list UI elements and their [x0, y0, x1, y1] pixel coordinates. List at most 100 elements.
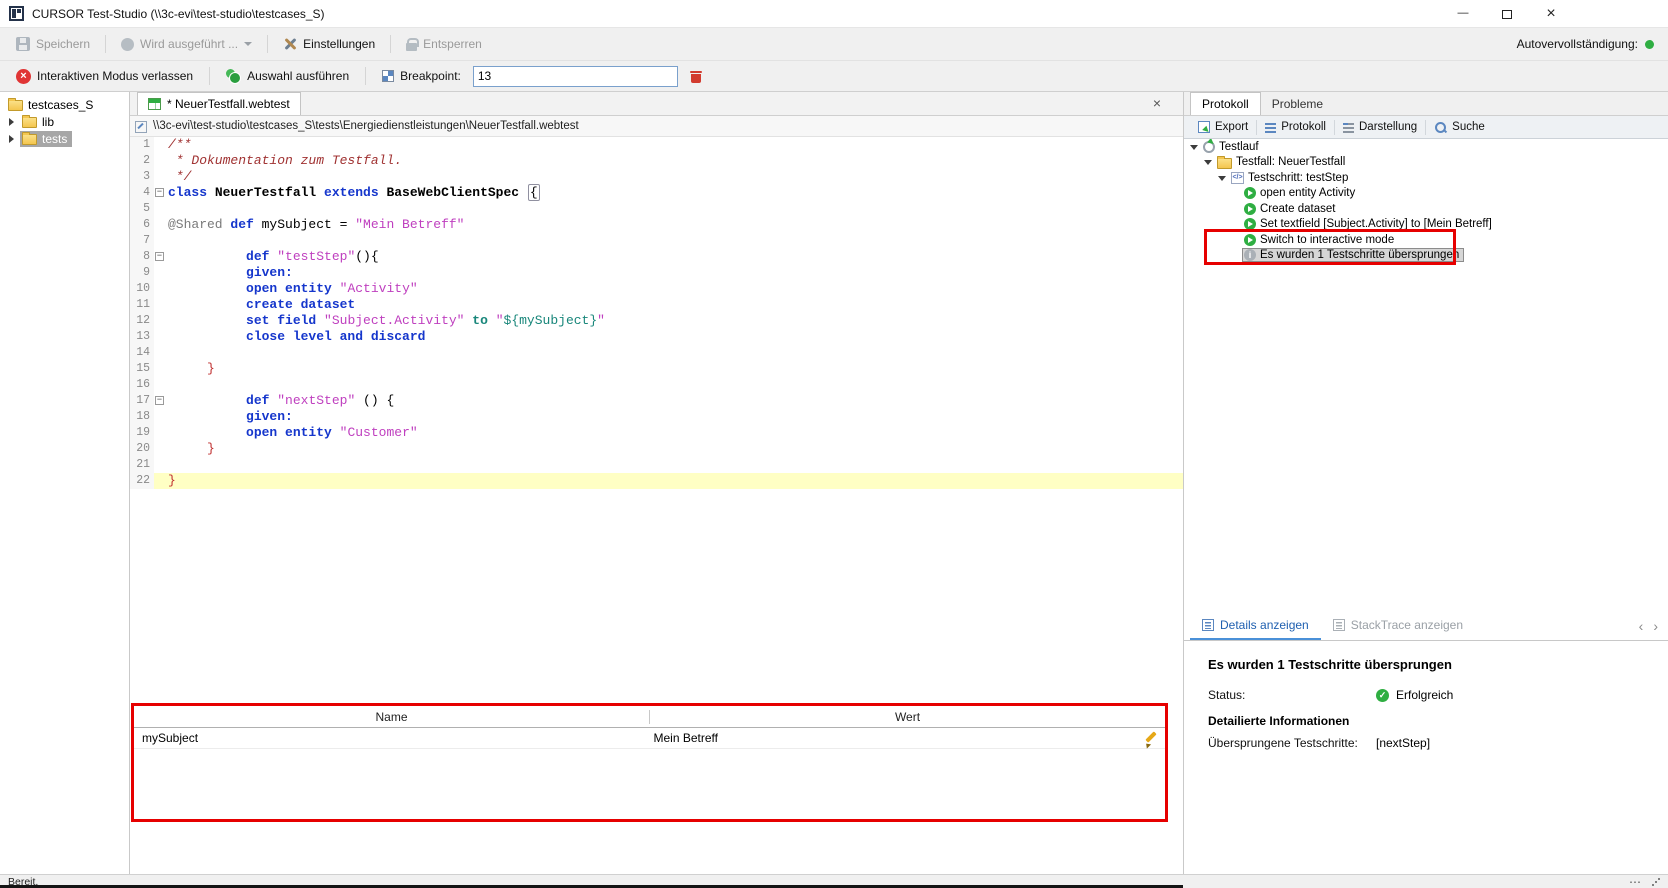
- delete-breakpoint-button[interactable]: [684, 66, 708, 87]
- expanded-arrow-icon[interactable]: [1190, 145, 1198, 154]
- code-line[interactable]: 16: [130, 377, 1183, 393]
- leave-interactive-mode-button[interactable]: Interaktiven Modus verlassen: [10, 66, 199, 87]
- run-selection-button[interactable]: Auswahl ausführen: [220, 66, 355, 87]
- fold-column: [154, 457, 168, 473]
- separator: [365, 67, 366, 85]
- code-line[interactable]: 8− def "testStep"(){: [130, 249, 1183, 265]
- tree-item-content: Es wurden 1 Testschritte übersprungen: [1242, 248, 1464, 262]
- code-line[interactable]: 15 }: [130, 361, 1183, 377]
- code-line[interactable]: 12 set field "Subject.Activity" to "${my…: [130, 313, 1183, 329]
- code-line[interactable]: 7: [130, 233, 1183, 249]
- protokoll-button[interactable]: Protokoll: [1257, 121, 1334, 133]
- line-number: 11: [130, 297, 154, 313]
- tree-item[interactable]: Switch to interactive mode: [1184, 232, 1668, 248]
- save-button[interactable]: Speichern: [10, 34, 96, 54]
- darstellung-button[interactable]: Darstellung: [1335, 121, 1425, 133]
- code-line[interactable]: 20 }: [130, 441, 1183, 457]
- code-line[interactable]: 9 given:: [130, 265, 1183, 281]
- minimize-button[interactable]: —: [1441, 0, 1485, 28]
- success-check-icon: [1376, 689, 1389, 702]
- skipped-value: [nextStep]: [1376, 736, 1430, 750]
- code-token: create dataset: [246, 297, 355, 312]
- code-line[interactable]: 17− def "nextStep" () {: [130, 393, 1183, 409]
- suche-button[interactable]: Suche: [1426, 121, 1493, 134]
- tree-item[interactable]: open entity Activity: [1184, 186, 1668, 202]
- step-success-icon: [1244, 234, 1256, 246]
- code-line[interactable]: 19 open entity "Customer": [130, 425, 1183, 441]
- tree-item[interactable]: Set textfield [Subject.Activity] to [Mei…: [1184, 217, 1668, 233]
- code-line[interactable]: 5: [130, 201, 1183, 217]
- expand-editor-icon[interactable]: [135, 121, 146, 132]
- expanded-arrow-icon[interactable]: [1204, 160, 1212, 169]
- file-tree-item[interactable]: lib: [0, 113, 129, 130]
- collapsed-arrow-icon[interactable]: [9, 118, 18, 126]
- save-label: Speichern: [36, 37, 90, 51]
- variables-table-body: mySubjectMein Betreff: [134, 728, 1165, 749]
- nav-prev-icon[interactable]: ‹: [1639, 618, 1644, 634]
- line-number: 4: [130, 185, 154, 201]
- tab-stacktrace-anzeigen[interactable]: StackTrace anzeigen: [1321, 612, 1475, 640]
- line-number: 12: [130, 313, 154, 329]
- tree-item-label: Set textfield [Subject.Activity] to [Mei…: [1260, 218, 1492, 230]
- code-line[interactable]: 10 open entity "Activity": [130, 281, 1183, 297]
- table-row[interactable]: mySubjectMein Betreff: [134, 728, 1165, 749]
- tab-probleme[interactable]: Probleme: [1261, 92, 1334, 115]
- code-line[interactable]: 1/**: [130, 137, 1183, 153]
- collapsed-arrow-icon[interactable]: [9, 135, 18, 143]
- code-line[interactable]: 4−class NeuerTestfall extends BaseWebCli…: [130, 185, 1183, 201]
- tree-item[interactable]: Testlauf: [1184, 139, 1668, 155]
- folder-icon: [1217, 158, 1232, 169]
- code-token: given:: [246, 409, 293, 424]
- pencil-icon[interactable]: [1143, 732, 1157, 746]
- fold-column: [154, 473, 168, 489]
- file-tree-item[interactable]: testcases_S: [0, 96, 129, 113]
- tree-item[interactable]: Testschritt: testStep: [1184, 170, 1668, 186]
- line-number: 7: [130, 233, 154, 249]
- overflow-icon[interactable]: ⋯: [1629, 877, 1641, 887]
- code-text: */: [168, 169, 1183, 185]
- code-token: "testStep": [277, 249, 355, 264]
- tab-protokoll[interactable]: Protokoll: [1190, 92, 1261, 115]
- fold-column: [154, 425, 168, 441]
- code-line[interactable]: 18 given:: [130, 409, 1183, 425]
- fold-marker-icon[interactable]: −: [155, 188, 164, 197]
- code-line[interactable]: 11 create dataset: [130, 297, 1183, 313]
- nav-next-icon[interactable]: ›: [1653, 618, 1658, 634]
- tab-details-anzeigen[interactable]: Details anzeigen: [1190, 612, 1321, 640]
- tree-item[interactable]: Testfall: NeuerTestfall: [1184, 155, 1668, 171]
- unlock-button[interactable]: Entsperren: [400, 34, 488, 54]
- code-line[interactable]: 2 * Dokumentation zum Testfall.: [130, 153, 1183, 169]
- line-number: 18: [130, 409, 154, 425]
- autocomplete-status-icon: [1645, 40, 1654, 49]
- fold-column: [154, 297, 168, 313]
- settings-button[interactable]: Einstellungen: [277, 34, 381, 54]
- tree-item-label: Testfall: NeuerTestfall: [1236, 156, 1345, 168]
- code-token: [488, 313, 496, 328]
- code-line[interactable]: 3 */: [130, 169, 1183, 185]
- tree-item[interactable]: Create dataset: [1184, 201, 1668, 217]
- suche-label: Suche: [1452, 121, 1485, 133]
- maximize-button[interactable]: [1485, 0, 1529, 28]
- protocol-panel: ProtokollProbleme ExportProtokollDarstel…: [1183, 92, 1668, 874]
- fold-marker-icon[interactable]: −: [155, 252, 164, 261]
- tree-item[interactable]: Es wurden 1 Testschritte übersprungen: [1184, 248, 1668, 264]
- running-button[interactable]: Wird ausgeführt ...: [115, 34, 258, 54]
- code-line[interactable]: 22}: [130, 473, 1183, 489]
- column-header: Wert: [650, 710, 1165, 724]
- lock-icon: [406, 43, 417, 51]
- export-icon: [1198, 121, 1210, 133]
- code-line[interactable]: 21: [130, 457, 1183, 473]
- export-button[interactable]: Export: [1190, 121, 1256, 133]
- code-text: create dataset: [168, 297, 1183, 313]
- file-tree-item[interactable]: tests: [0, 130, 129, 147]
- fold-column: [154, 265, 168, 281]
- editor-tab[interactable]: * NeuerTestfall.webtest: [137, 92, 301, 115]
- fold-marker-icon[interactable]: −: [155, 396, 164, 405]
- close-button[interactable]: ×: [1529, 0, 1573, 28]
- code-line[interactable]: 13 close level and discard: [130, 329, 1183, 345]
- editor-close-icon[interactable]: ×: [1153, 96, 1161, 110]
- expanded-arrow-icon[interactable]: [1218, 176, 1226, 185]
- code-line[interactable]: 6@Shared def mySubject = "Mein Betreff": [130, 217, 1183, 233]
- code-line[interactable]: 14: [130, 345, 1183, 361]
- breakpoint-input[interactable]: [473, 66, 678, 87]
